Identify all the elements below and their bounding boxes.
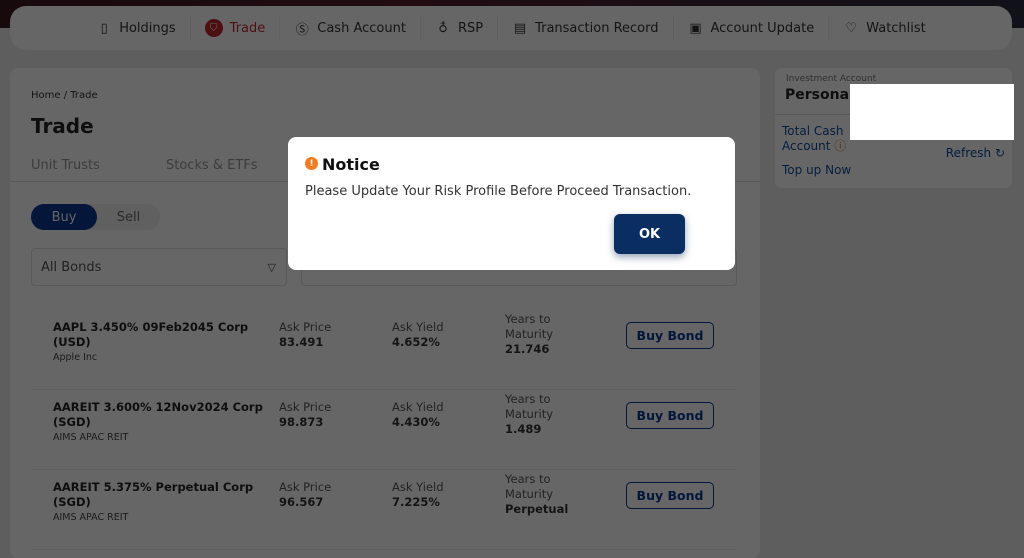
wallet-icon: ▯ <box>100 20 108 36</box>
bond-row: AAPL 3.450% 09Feb2045 Corp (USD) Apple In… <box>31 312 737 390</box>
ask-yield: Ask Yield 4.652% <box>392 320 444 349</box>
years-to-maturity: Years to Maturity Perpetual <box>505 472 569 516</box>
filter-icon: ▽ <box>267 261 276 274</box>
dialog-message: Please Update Your Risk Profile Before P… <box>305 184 692 199</box>
info-icon[interactable]: ⓘ <box>834 139 846 153</box>
bond-issuer: Apple Inc <box>53 352 98 363</box>
buy-sell-toggle: Buy Sell <box>31 204 160 230</box>
bond-row: AAREIT 5.375% Perpetual Corp (SGD) AIMS A… <box>31 472 737 550</box>
ask-yield: Ask Yield 7.225% <box>392 480 444 509</box>
dialog-title: Notice <box>322 155 380 174</box>
bond-filter-select[interactable]: All Bonds ▽ <box>31 248 287 286</box>
ok-button[interactable]: OK <box>614 214 685 254</box>
tab-stocks-etfs[interactable]: Stocks & ETFs <box>166 158 258 173</box>
nav-rsp[interactable]: ♁ RSP <box>421 16 499 40</box>
bond-row: AAREIT 3.600% 12Nov2024 Corp (SGD) AIMS A… <box>31 392 737 470</box>
buy-bond-button[interactable]: Buy Bond <box>626 322 714 349</box>
buy-bond-button[interactable]: Buy Bond <box>626 402 714 429</box>
nav-account-update[interactable]: ▣ Account Update <box>674 16 830 40</box>
user-folder-icon: ▣ <box>689 20 702 36</box>
cart-icon: ⛉ <box>204 19 223 37</box>
heart-icon: ♡ <box>845 20 858 36</box>
nav-transaction-record[interactable]: ▤ Transaction Record <box>498 16 674 40</box>
bond-issuer: AIMS APAC REIT <box>53 432 129 443</box>
ask-price: Ask Price 83.491 <box>279 320 332 349</box>
page-title: Trade <box>31 114 94 138</box>
tab-unit-trusts[interactable]: Unit Trusts <box>31 158 100 173</box>
refresh-icon: ↻ <box>994 146 1005 160</box>
top-up-link[interactable]: Top up Now <box>782 163 851 177</box>
bond-name: AAPL 3.450% 09Feb2045 Corp (USD) Apple In… <box>53 320 263 365</box>
nav-trade[interactable]: ⛉ Trade <box>191 16 281 40</box>
ask-yield: Ask Yield 4.430% <box>392 400 444 429</box>
bond-name: AAREIT 5.375% Perpetual Corp (SGD) AIMS A… <box>53 480 263 525</box>
sell-toggle[interactable]: Sell <box>97 204 160 230</box>
dollar-icon: Ⓢ <box>295 22 309 38</box>
document-icon: ▤ <box>513 20 527 36</box>
nav-holdings[interactable]: ▯ Holdings <box>82 16 191 40</box>
years-to-maturity: Years to Maturity 21.746 <box>505 312 554 356</box>
total-cash-label: Total Cash Account ⓘ <box>782 124 847 153</box>
warning-icon: ! <box>305 157 318 170</box>
main-nav: ▯ Holdings ⛉ Trade Ⓢ Cash Account ♁ RSP ▤ Tra… <box>10 6 1012 50</box>
buy-toggle[interactable]: Buy <box>31 204 97 230</box>
bulb-icon: ♁ <box>438 20 448 36</box>
refresh-button[interactable]: Refresh ↻ <box>946 146 1005 160</box>
redacted-area <box>850 84 1014 140</box>
ask-price: Ask Price 96.567 <box>279 480 332 509</box>
investment-account-label: Investment Account <box>786 74 877 84</box>
bond-issuer: AIMS APAC REIT <box>53 512 129 523</box>
ask-price: Ask Price 98.873 <box>279 400 332 429</box>
years-to-maturity: Years to Maturity 1.489 <box>505 392 554 436</box>
notice-dialog: ! Notice Please Update Your Risk Profile… <box>288 137 735 270</box>
nav-cash-account[interactable]: Ⓢ Cash Account <box>280 16 421 40</box>
buy-bond-button[interactable]: Buy Bond <box>626 482 714 509</box>
nav-watchlist[interactable]: ♡ Watchlist <box>829 16 940 40</box>
bond-name: AAREIT 3.600% 12Nov2024 Corp (SGD) AIMS A… <box>53 400 263 443</box>
breadcrumb[interactable]: Home / Trade <box>31 90 98 101</box>
